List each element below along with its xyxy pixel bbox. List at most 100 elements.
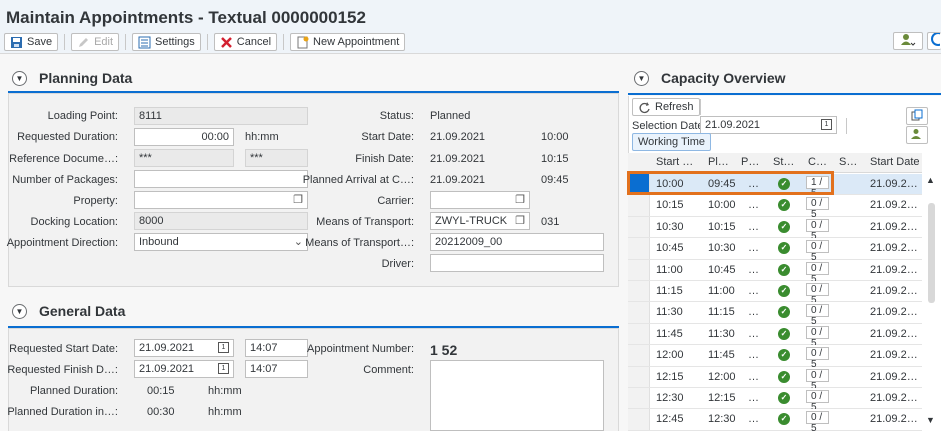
reference-document-field[interactable]: *** xyxy=(134,149,234,167)
start-date-label: Start Date: xyxy=(361,131,414,143)
column-header[interactable]: S… xyxy=(839,156,859,168)
means-of-transport-id-field[interactable]: 20212009_00 xyxy=(430,233,604,251)
scrollbar-thumb[interactable] xyxy=(928,203,935,303)
save-button[interactable]: Save xyxy=(4,33,59,51)
property-field[interactable]: ❐ xyxy=(134,191,308,209)
capacity-cell: 0 / 5 xyxy=(806,197,829,220)
table-row[interactable]: 11:00 10:45 … ✓ 0 / 5 21.09.2… xyxy=(628,259,922,285)
edit-icon xyxy=(77,36,90,49)
column-header[interactable]: Pl… xyxy=(708,156,732,168)
row-selector[interactable] xyxy=(628,409,650,430)
capacity-cell: 0 / 5 xyxy=(806,347,829,370)
requested-finish-time-field[interactable]: 14:07 xyxy=(245,360,308,378)
appointment-direction-label: Appointment Direction: xyxy=(6,237,118,249)
finish-date-value: 21.09.2021 xyxy=(430,153,486,165)
start-date-cell: 21.09.2… xyxy=(870,263,918,276)
requested-start-date-value: 21.09.2021 xyxy=(139,342,195,354)
packages-field[interactable] xyxy=(134,170,308,188)
collapse-planning-button[interactable]: ▼ xyxy=(12,70,27,86)
row-selector[interactable] xyxy=(628,323,650,345)
loading-point-value: 8111 xyxy=(139,110,162,122)
row-selector[interactable] xyxy=(628,345,650,366)
duration-unit: hh:mm xyxy=(245,131,279,143)
divider xyxy=(283,34,285,50)
docking-location-field[interactable]: 8000 xyxy=(134,212,308,230)
refresh-label: Refresh xyxy=(655,101,694,113)
requested-finish-date-value: 21.09.2021 xyxy=(139,363,195,375)
row-selector[interactable] xyxy=(628,388,650,409)
capacity-cell: 0 / 5 xyxy=(806,261,829,285)
table-row[interactable]: 10:30 10:15 … ✓ 0 / 5 21.09.2… xyxy=(628,216,922,242)
row-selector[interactable] xyxy=(628,238,650,259)
settings-button[interactable]: Settings xyxy=(132,33,201,51)
row-selector[interactable] xyxy=(628,216,650,238)
requested-start-date-field[interactable]: 21.09.2021 1 xyxy=(134,339,234,357)
collapse-general-button[interactable]: ▼ xyxy=(12,303,27,319)
planned-time-cell: 11:45 xyxy=(708,349,735,362)
working-time-button[interactable]: Working Time xyxy=(632,133,712,151)
p-cell: … xyxy=(748,413,759,426)
reference-document-item-value: *** xyxy=(250,152,263,164)
column-header[interactable]: Start Date xyxy=(870,156,920,168)
table-row[interactable]: 12:30 12:15 … ✓ 0 / 5 21.09.2… xyxy=(628,388,922,413)
column-header[interactable]: C… xyxy=(808,156,830,168)
calendar-icon[interactable]: 1 xyxy=(821,119,832,130)
planned-duration-in-unit: hh:mm xyxy=(208,406,242,418)
table-row[interactable]: 11:15 11:00 … ✓ 0 / 5 21.09.2… xyxy=(628,281,922,306)
edit-button[interactable]: Edit xyxy=(71,33,120,51)
requested-start-time-field[interactable]: 14:07 xyxy=(245,339,308,357)
carrier-field[interactable]: ❐ xyxy=(430,191,530,209)
scroll-down-icon[interactable]: ▼ xyxy=(926,415,935,425)
requested-finish-date-field[interactable]: 21.09.2021 1 xyxy=(134,360,234,378)
scroll-up-icon[interactable]: ▲ xyxy=(926,175,935,185)
reference-document-value: *** xyxy=(139,152,152,164)
divider xyxy=(846,118,847,134)
planned-time-cell: 10:30 xyxy=(708,242,736,255)
table-row[interactable]: 12:00 11:45 … ✓ 0 / 5 21.09.2… xyxy=(628,345,922,370)
table-scrollbar[interactable]: ▲ ▼ xyxy=(922,175,941,431)
selection-date-field[interactable]: 21.09.2021 1 xyxy=(700,116,837,134)
copy-button[interactable] xyxy=(906,107,928,125)
user-menu-button[interactable] xyxy=(893,32,923,50)
comment-textarea[interactable] xyxy=(430,360,604,431)
row-selector[interactable] xyxy=(628,195,650,216)
table-row[interactable]: 12:15 12:00 … ✓ 0 / 5 21.09.2… xyxy=(628,366,922,392)
value-help-icon[interactable]: ❐ xyxy=(515,193,525,206)
row-selector[interactable] xyxy=(628,281,650,302)
row-selector[interactable] xyxy=(628,366,650,387)
table-row[interactable]: 11:45 11:30 … ✓ 0 / 5 21.09.2… xyxy=(628,323,922,349)
appointment-number-value: 1 52 xyxy=(430,342,458,358)
cancel-button[interactable]: Cancel xyxy=(213,33,278,51)
row-selector[interactable] xyxy=(628,259,650,280)
table-row[interactable]: 12:45 12:30 … ✓ 0 / 5 21.09.2… xyxy=(628,409,922,431)
calendar-icon[interactable]: 1 xyxy=(218,363,229,374)
planned-duration-in-value: 00:30 xyxy=(147,406,175,418)
appointment-direction-select[interactable]: Inbound ⌄ xyxy=(134,233,308,251)
column-header[interactable]: P… xyxy=(741,156,761,168)
value-help-icon[interactable]: ❐ xyxy=(293,193,303,206)
requested-duration-field[interactable]: 00:00 xyxy=(134,128,234,146)
help-button[interactable] xyxy=(927,32,941,50)
start-time-cell: 12:45 xyxy=(656,413,684,426)
section-divider xyxy=(628,93,941,95)
calendar-icon[interactable]: 1 xyxy=(218,342,229,353)
refresh-button[interactable]: Refresh xyxy=(632,98,700,116)
loading-point-field[interactable]: 8111 xyxy=(134,107,308,125)
assign-user-button[interactable] xyxy=(906,126,928,144)
means-of-transport-field[interactable]: ZWYL-TRUCK ❐ xyxy=(430,212,530,230)
column-header[interactable]: St… xyxy=(773,156,795,168)
capacity-cell: 0 / 5 xyxy=(806,240,829,263)
value-help-icon[interactable]: ❐ xyxy=(515,214,525,227)
table-row[interactable]: 11:30 11:15 … ✓ 0 / 5 21.09.2… xyxy=(628,302,922,327)
table-row[interactable]: 10:15 10:00 … ✓ 0 / 5 21.09.2… xyxy=(628,195,922,220)
reference-document-item-field[interactable]: *** xyxy=(245,149,308,167)
requested-start-label: Requested Start Date: xyxy=(9,343,118,355)
means-of-transport-id-label: Means of Transport…: xyxy=(305,237,414,249)
table-row[interactable]: 10:45 10:30 … ✓ 0 / 5 21.09.2… xyxy=(628,238,922,263)
collapse-capacity-button[interactable]: ▼ xyxy=(634,70,649,86)
row-selector[interactable] xyxy=(628,302,650,323)
p-cell: … xyxy=(748,370,759,383)
driver-field[interactable] xyxy=(430,254,604,272)
new-appointment-button[interactable]: New Appointment xyxy=(290,33,406,51)
column-header[interactable]: Start … xyxy=(656,156,696,168)
